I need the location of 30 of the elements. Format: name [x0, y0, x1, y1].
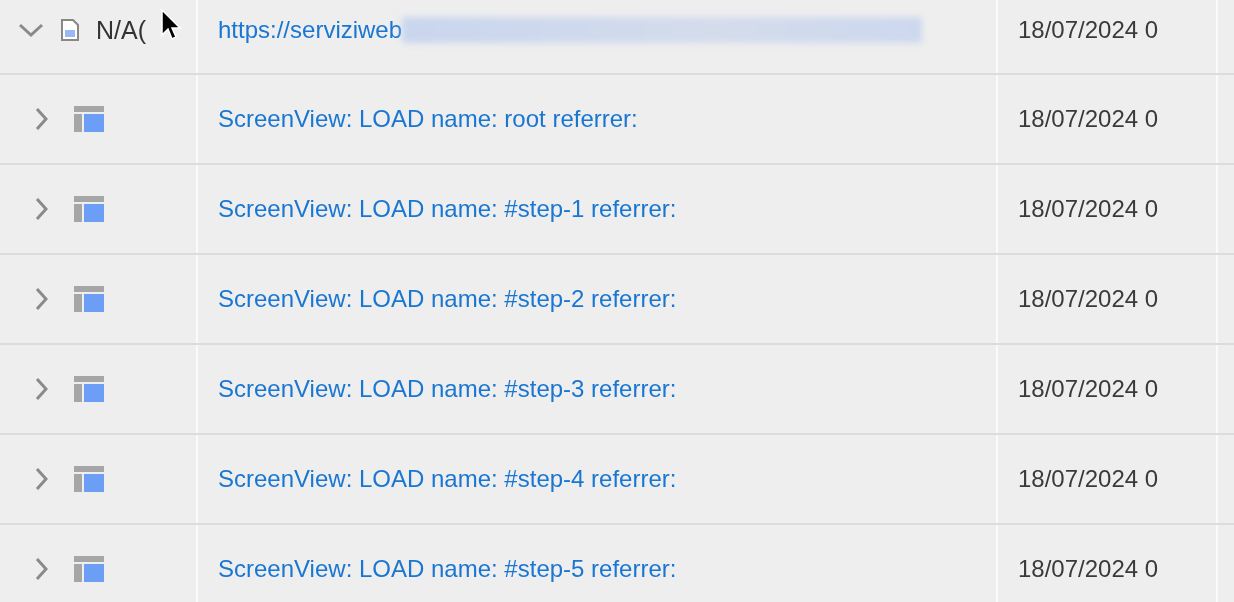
document-icon — [60, 18, 80, 42]
event-link[interactable]: ScreenView: LOAD name: root referrer: — [218, 105, 638, 133]
event-link[interactable]: ScreenView: LOAD name: #step-3 referrer: — [218, 375, 677, 403]
event-link[interactable]: ScreenView: LOAD name: #step-1 referrer: — [218, 195, 677, 223]
date-text: 18/07/2024 0 — [1018, 285, 1159, 313]
date-text: 18/07/2024 0 — [1018, 465, 1159, 493]
event-link[interactable]: https://serviziweb — [218, 16, 403, 44]
layout-icon — [74, 376, 104, 402]
expand-toggle[interactable] — [34, 377, 48, 401]
expand-toggle[interactable] — [34, 557, 48, 581]
layout-icon — [74, 466, 104, 492]
expand-toggle[interactable] — [34, 107, 48, 131]
name-text: N/A( — [96, 15, 146, 45]
collapse-toggle[interactable] — [18, 22, 44, 38]
mouse-pointer-icon — [160, 8, 182, 42]
expand-toggle[interactable] — [34, 467, 48, 491]
date-text: 18/07/2024 0 — [1018, 555, 1159, 583]
layout-icon — [74, 286, 104, 312]
date-text: 18/07/2024 0 — [1018, 375, 1159, 403]
layout-icon — [74, 106, 104, 132]
date-text: 18/07/2024 0 — [1018, 16, 1159, 44]
event-link[interactable]: ScreenView: LOAD name: #step-2 referrer: — [218, 285, 677, 313]
expand-toggle[interactable] — [34, 197, 48, 221]
layout-icon — [74, 556, 104, 582]
date-text: 18/07/2024 0 — [1018, 105, 1159, 133]
event-link[interactable]: ScreenView: LOAD name: #step-4 referrer: — [218, 465, 677, 493]
date-text: 18/07/2024 0 — [1018, 195, 1159, 223]
layout-icon — [74, 196, 104, 222]
expand-toggle[interactable] — [34, 287, 48, 311]
event-link[interactable]: ScreenView: LOAD name: #step-5 referrer: — [218, 555, 677, 583]
